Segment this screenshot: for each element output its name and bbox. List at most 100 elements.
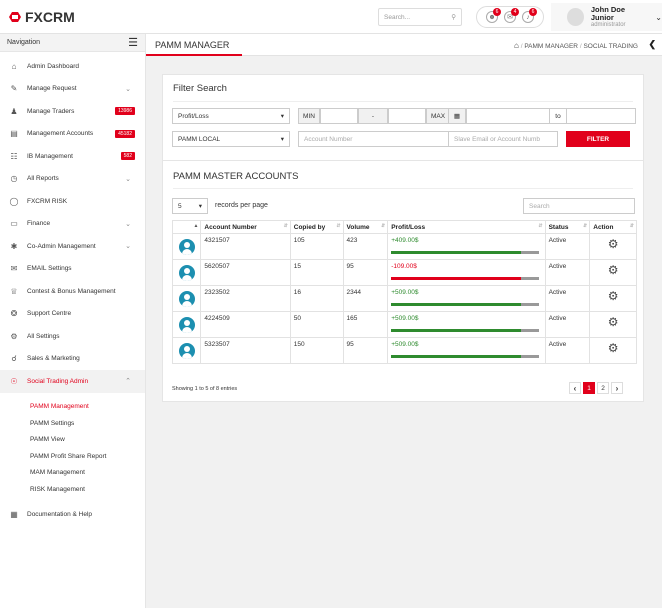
sidebar-item-finance[interactable]: ▭ Finance ⌄ — [0, 213, 145, 236]
home-icon[interactable]: ⌂ — [514, 41, 519, 50]
profit-loss-bar — [391, 355, 540, 358]
sidebar-subitem-risk-management[interactable]: RISK Management — [0, 481, 145, 498]
sidebar-item-contest-bonus[interactable]: ♕ Contest & Bonus Management — [0, 280, 145, 303]
volume-cell: 95 — [342, 259, 389, 286]
avatar-cell — [171, 233, 202, 260]
sidebar-item-co-admin-management[interactable]: ✱ Co-Admin Management ⌄ — [0, 235, 145, 258]
date-to-input[interactable] — [566, 108, 636, 124]
max-input[interactable] — [388, 108, 426, 124]
breadcrumb-item: SOCIAL TRADING — [583, 43, 638, 50]
column-label: Profit/Loss — [391, 223, 426, 231]
breadcrumb-item[interactable]: PAMM MANAGER — [524, 43, 578, 50]
prev-page-button[interactable]: ‹ — [569, 382, 581, 394]
page-title: PAMM MANAGER — [155, 39, 230, 50]
range-dash: - — [358, 108, 388, 124]
avatar[interactable] — [178, 343, 195, 359]
gear-icon[interactable]: ⚙ — [593, 237, 633, 251]
col-action[interactable]: Action ⇵ — [589, 220, 637, 234]
sidebar-subitem-pamm-view[interactable]: PAMM View — [0, 432, 145, 449]
bell-notification-icon[interactable]: ♪ 6 — [522, 8, 537, 23]
account-type-select[interactable]: PAMM LOCAL ▾ — [172, 131, 290, 147]
avatar[interactable] — [178, 265, 195, 281]
sidebar-item-fxcrm-risk[interactable]: ◯ FXCRM RISK — [0, 190, 145, 213]
sidebar-subitem-pamm-profit-share[interactable]: PAMM Profit Share Report — [0, 448, 145, 465]
sidebar-item-social-trading-admin[interactable]: ☉ Social Trading Admin ⌃ — [0, 370, 145, 393]
profit-loss-value: +509.00$ — [391, 315, 419, 322]
col-profit-loss[interactable]: Profit/Loss ⇵ — [387, 220, 546, 234]
avatar[interactable] — [178, 291, 195, 307]
col-status[interactable]: Status ⇵ — [544, 220, 591, 234]
profit-loss-select[interactable]: Profit/Loss ▾ — [172, 108, 290, 124]
sidebar-item-label: Contest & Bonus Management — [27, 287, 116, 295]
count-badge: 13986 — [115, 107, 135, 116]
app-logo[interactable]: FXCRM — [8, 9, 75, 25]
user-menu[interactable]: John Doe Junior administrator ⌄ — [551, 3, 662, 31]
calendar-icon[interactable]: ▦ — [448, 108, 466, 124]
volume-cell: 95 — [342, 337, 389, 364]
sidebar-item-sales-marketing[interactable]: ☌ Sales & Marketing — [0, 348, 145, 371]
date-from-input[interactable] — [466, 108, 550, 124]
action-cell: ⚙ — [589, 337, 637, 364]
sidebar-item-label: Admin Dashboard — [27, 62, 80, 70]
breadcrumb: ⌂ / PAMM MANAGER / SOCIAL TRADING — [514, 41, 638, 50]
select-value: PAMM LOCAL — [178, 135, 221, 143]
sidebar-item-label: EMAIL Settings — [27, 265, 72, 273]
col-avatar[interactable]: ▲ — [171, 220, 202, 234]
slave-search-input[interactable]: Slave Email or Account Numb — [448, 131, 558, 147]
table-row: 5323507 150 95 +509.00$ Active ⚙ — [171, 337, 637, 364]
trophy-icon: ♕ — [10, 286, 18, 296]
sidebar-subitem-pamm-settings[interactable]: PAMM Settings — [0, 415, 145, 432]
logo-icon — [9, 12, 21, 22]
sidebar-item-management-accounts[interactable]: ▤ Management Accounts 45182 — [0, 123, 145, 146]
user-name: John Doe Junior — [590, 5, 626, 22]
gear-icon[interactable]: ⚙ — [593, 315, 633, 329]
account-number-input[interactable]: Account Number — [298, 131, 450, 147]
page-button[interactable]: 1 — [583, 382, 595, 394]
page-button[interactable]: 2 — [597, 382, 609, 394]
sidebar-item-all-settings[interactable]: ⚙ All Settings — [0, 325, 145, 348]
sidebar-subitem-mam-management[interactable]: MAM Management — [0, 465, 145, 482]
sidebar-item-label: IB Management — [27, 152, 73, 160]
chevron-down-icon: ⌄ — [125, 85, 131, 93]
sidebar-item-support-centre[interactable]: ❂ Support Centre — [0, 303, 145, 326]
profit-loss-value: -109.00$ — [391, 263, 417, 270]
gear-icon[interactable]: ⚙ — [593, 341, 633, 355]
sidebar-item-all-reports[interactable]: ◷ All Reports ⌄ — [0, 168, 145, 191]
chevron-left-icon[interactable]: ❮ — [648, 39, 656, 50]
avatar[interactable] — [178, 317, 195, 333]
profit-loss-bar — [391, 251, 540, 254]
sidebar-item-label: Finance — [27, 220, 51, 228]
top-search-input[interactable]: Search... ⚲ — [378, 8, 462, 26]
sidebar-item-label: All Settings — [27, 332, 60, 340]
user-notification-icon[interactable]: ☻ 6 — [486, 8, 501, 23]
sidebar-item-manage-request[interactable]: ✎ Manage Request ⌄ — [0, 78, 145, 101]
sidebar-item-email-settings[interactable]: ✉ EMAIL Settings — [0, 258, 145, 281]
sidebar-subitem-pamm-management[interactable]: PAMM Management — [0, 399, 145, 416]
sidebar-item-manage-traders[interactable]: ♟ Manage Traders 13986 — [0, 100, 145, 123]
profit-loss-bar-fill — [391, 303, 522, 306]
sidebar-item-label: Support Centre — [27, 310, 72, 318]
gear-icon[interactable]: ⚙ — [593, 263, 633, 277]
avatar[interactable] — [178, 239, 195, 255]
col-volume[interactable]: Volume ⇵ — [342, 220, 389, 234]
status-cell: Active — [544, 285, 591, 312]
gear-icon[interactable]: ⚙ — [593, 289, 633, 303]
mail-notification-icon[interactable]: ✉ 4 — [504, 8, 519, 23]
sidebar-item-admin-dashboard[interactable]: ⌂ Admin Dashboard — [0, 55, 145, 78]
action-cell: ⚙ — [589, 233, 637, 260]
filter-button[interactable]: FILTER — [566, 131, 630, 147]
next-page-button[interactable]: › — [611, 382, 623, 394]
sort-asc-icon: ▲ — [193, 223, 199, 229]
min-input[interactable] — [320, 108, 358, 124]
account-number-cell: 4224509 — [200, 311, 291, 338]
table-search-input[interactable]: Search — [523, 198, 635, 214]
caret-down-icon: ▾ — [280, 136, 284, 143]
sidebar-item-label: All Reports — [27, 175, 59, 183]
col-copied-by[interactable]: Copied by ⇵ — [289, 220, 344, 234]
menu-icon[interactable]: ☰ — [128, 37, 138, 48]
col-account-number[interactable]: Account Number ⇵ — [200, 220, 291, 234]
page-size-select[interactable]: 5 ▾ — [172, 198, 208, 214]
envelope-icon: ✉ — [10, 264, 18, 274]
sidebar-item-ib-management[interactable]: ☷ IB Management 582 — [0, 145, 145, 168]
sidebar-item-documentation[interactable]: ▦ Documentation & Help — [0, 504, 145, 527]
